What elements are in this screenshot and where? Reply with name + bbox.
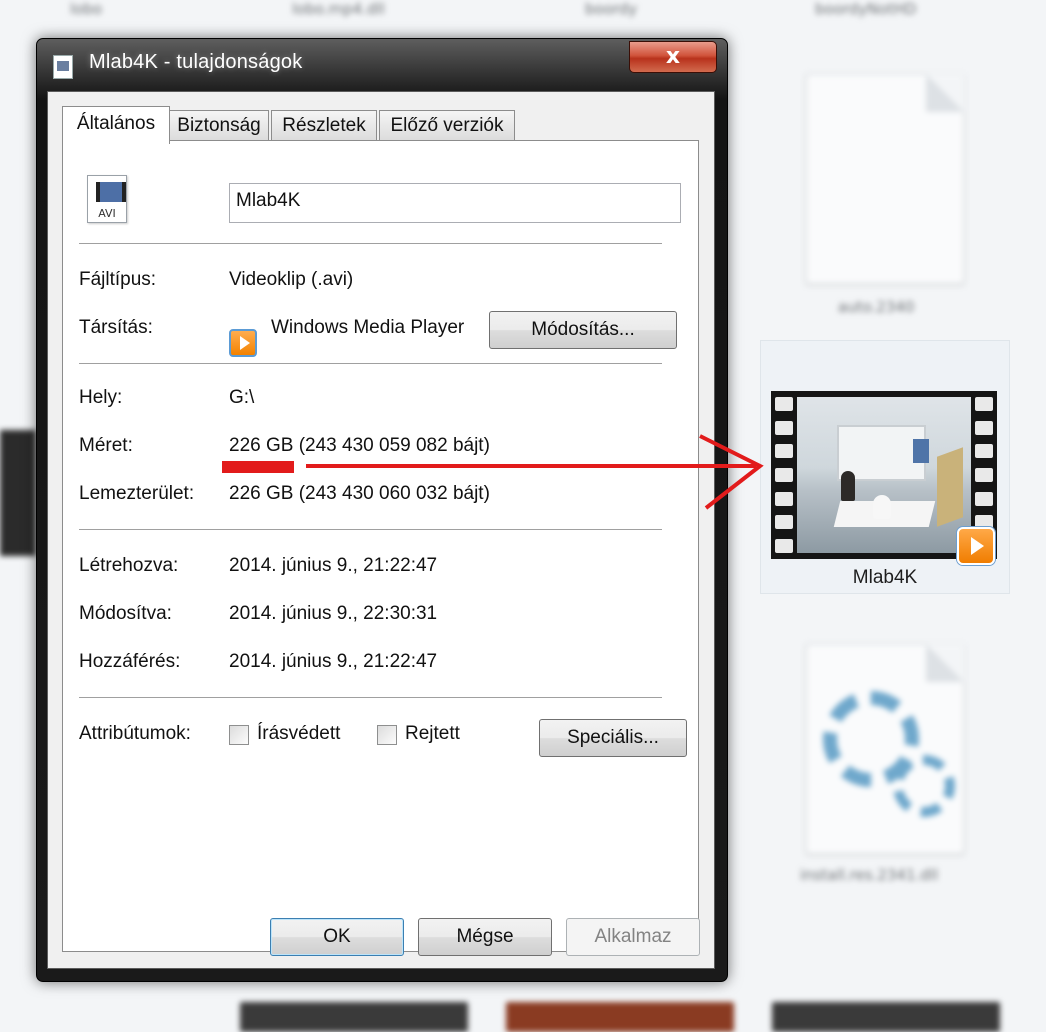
annotation-arrow bbox=[306, 434, 764, 510]
tab-general[interactable]: Általános bbox=[62, 106, 170, 144]
